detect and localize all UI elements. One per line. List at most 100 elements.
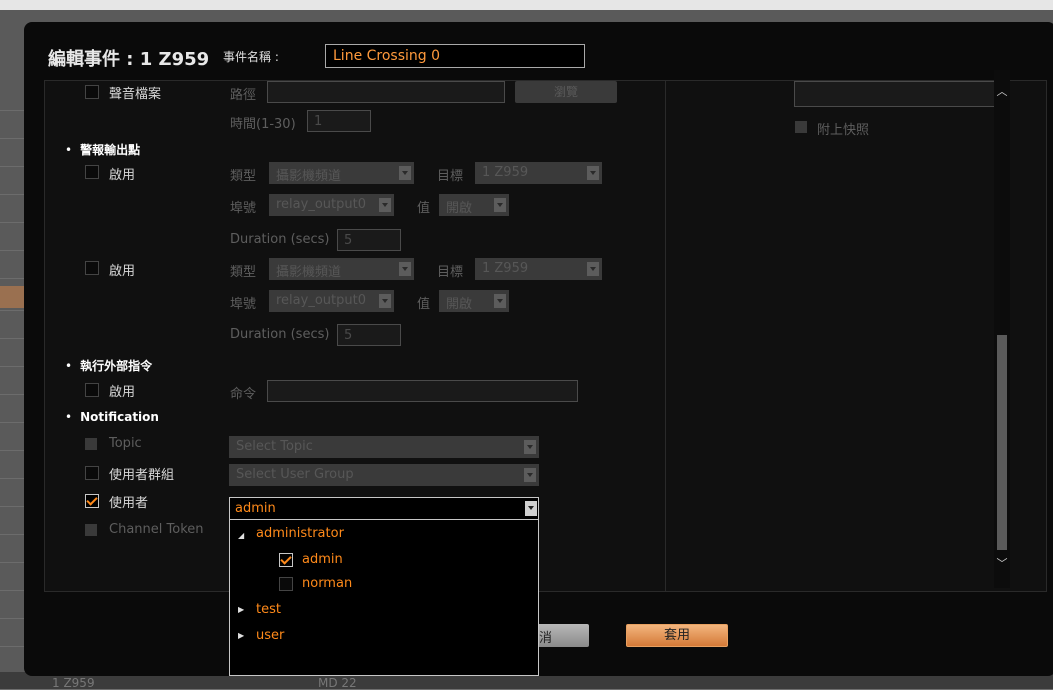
alarm1-port-label: 埠號 bbox=[230, 201, 257, 216]
alarm1-type-label: 類型 bbox=[230, 169, 257, 184]
audio-path-input[interactable] bbox=[267, 81, 505, 103]
alarm2-value-select[interactable]: 開啟 bbox=[439, 290, 509, 312]
alarm1-value-value: 開啟 bbox=[446, 201, 473, 216]
tree-group-user[interactable]: user bbox=[256, 628, 284, 643]
alarm2-target-value: 1 Z959 bbox=[482, 261, 529, 276]
chevron-down-icon bbox=[587, 262, 599, 276]
alarm1-target-value: 1 Z959 bbox=[482, 165, 529, 180]
panel-divider bbox=[665, 81, 666, 591]
user-group-label: 使用者群組 bbox=[109, 468, 175, 483]
snapshot-checkbox[interactable] bbox=[795, 121, 807, 133]
alarm1-value-select[interactable]: 開啟 bbox=[439, 194, 509, 216]
scroll-down-icon[interactable]: ﹀ bbox=[994, 556, 1010, 572]
time-label: 時間(1-30) bbox=[230, 117, 296, 132]
alarm1-target-label: 目標 bbox=[437, 169, 464, 184]
user-dropdown-list: ◢ administrator admin norman ▶ test ▶ us… bbox=[229, 520, 539, 676]
alarm2-port-value: relay_output0 bbox=[276, 293, 366, 308]
alarm2-type-value: 攝影機頻道 bbox=[276, 265, 342, 280]
collapsed-arrow-icon[interactable]: ▶ bbox=[238, 605, 244, 614]
audio-file-input[interactable] bbox=[794, 81, 1000, 107]
user-checkbox[interactable] bbox=[85, 494, 99, 508]
background-selected-row bbox=[0, 286, 24, 308]
alarm2-value-label: 值 bbox=[417, 297, 431, 312]
audio-file-checkbox[interactable] bbox=[85, 85, 99, 99]
alarm1-enable-label: 啟用 bbox=[109, 168, 136, 183]
event-name-input[interactable]: Line Crossing 0 bbox=[325, 44, 585, 68]
alarm2-target-label: 目標 bbox=[437, 265, 464, 280]
chevron-down-icon bbox=[399, 166, 411, 180]
chevron-down-icon bbox=[524, 468, 536, 482]
tree-user-admin[interactable]: admin bbox=[302, 552, 343, 567]
audio-path-label: 路徑 bbox=[230, 88, 257, 103]
tree-group-administrator[interactable]: administrator bbox=[256, 526, 344, 541]
browse-button[interactable]: 瀏覽 bbox=[515, 81, 617, 103]
cancel-button[interactable]: 消 bbox=[531, 624, 589, 647]
expanded-arrow-icon[interactable]: ◢ bbox=[238, 531, 244, 540]
alarm2-port-label: 埠號 bbox=[230, 297, 257, 312]
audio-file-label: 聲音檔案 bbox=[109, 87, 162, 102]
alarm1-type-select[interactable]: 攝影機頻道 bbox=[269, 162, 414, 184]
chevron-down-icon bbox=[379, 294, 391, 308]
alarm-output-section: 警報輸出點 bbox=[65, 141, 140, 158]
dialog-scrollbar[interactable]: ︿ ﹀ bbox=[994, 70, 1010, 588]
alarm2-duration-label: Duration (secs) bbox=[230, 327, 330, 342]
topic-label: Topic bbox=[109, 436, 142, 451]
alarm2-value-value: 開啟 bbox=[446, 297, 473, 312]
alarm2-duration-input[interactable]: 5 bbox=[337, 324, 401, 346]
alarm2-enable-label: 啟用 bbox=[109, 264, 136, 279]
apply-button[interactable]: 套用 bbox=[626, 624, 728, 647]
user-group-select[interactable]: Select User Group bbox=[229, 464, 539, 486]
time-input[interactable]: 1 bbox=[307, 110, 371, 132]
channel-token-label: Channel Token bbox=[109, 522, 204, 537]
alarm1-type-value: 攝影機頻道 bbox=[276, 169, 342, 184]
background-top-bar bbox=[0, 0, 1053, 10]
alarm1-duration-input[interactable]: 5 bbox=[337, 229, 401, 251]
alarm1-target-select[interactable]: 1 Z959 bbox=[475, 162, 602, 184]
dialog-title: 編輯事件 : 1 Z959 bbox=[48, 49, 210, 70]
command-enable-label: 啟用 bbox=[109, 385, 136, 400]
chevron-down-icon bbox=[494, 294, 506, 308]
alarm2-enable-checkbox[interactable] bbox=[85, 261, 99, 275]
user-select-value: admin bbox=[235, 501, 276, 516]
tree-group-test[interactable]: test bbox=[256, 602, 281, 617]
tree-admin-checkbox[interactable] bbox=[279, 553, 293, 567]
collapsed-arrow-icon[interactable]: ▶ bbox=[238, 631, 244, 640]
chevron-down-icon bbox=[494, 198, 506, 212]
chevron-down-icon bbox=[587, 166, 599, 180]
alarm1-port-value: relay_output0 bbox=[276, 197, 366, 212]
user-group-checkbox[interactable] bbox=[85, 466, 99, 480]
alarm1-value-label: 值 bbox=[417, 201, 431, 216]
event-settings-panel: 聲音檔案 路徑 瀏覽 時間(1-30) 1 附上快照 警報輸出點 啟用 類型 攝… bbox=[44, 80, 1047, 592]
chevron-down-icon bbox=[379, 198, 391, 212]
alarm2-target-select[interactable]: 1 Z959 bbox=[475, 258, 602, 280]
background-md-cell: MD 22 bbox=[318, 676, 357, 690]
snapshot-label: 附上快照 bbox=[817, 123, 870, 138]
external-command-section: 執行外部指令 bbox=[65, 357, 152, 374]
user-group-placeholder: Select User Group bbox=[236, 467, 354, 482]
topic-placeholder: Select Topic bbox=[236, 439, 313, 454]
command-input[interactable] bbox=[267, 380, 578, 402]
alarm2-port-select[interactable]: relay_output0 bbox=[269, 290, 394, 312]
event-name-label: 事件名稱 : bbox=[223, 50, 279, 64]
command-label: 命令 bbox=[230, 387, 257, 402]
alarm2-type-select[interactable]: 攝影機頻道 bbox=[269, 258, 414, 280]
tree-norman-checkbox[interactable] bbox=[279, 577, 293, 591]
user-select[interactable]: admin bbox=[229, 497, 539, 520]
alarm2-type-label: 類型 bbox=[230, 265, 257, 280]
chevron-down-icon bbox=[524, 440, 536, 454]
scrollbar-thumb[interactable] bbox=[997, 335, 1007, 550]
alarm1-duration-label: Duration (secs) bbox=[230, 232, 330, 247]
tree-user-norman[interactable]: norman bbox=[302, 576, 352, 591]
topic-checkbox[interactable] bbox=[85, 438, 97, 450]
topic-select[interactable]: Select Topic bbox=[229, 436, 539, 458]
chevron-down-icon bbox=[525, 501, 537, 516]
user-label: 使用者 bbox=[109, 496, 149, 511]
chevron-down-icon bbox=[399, 262, 411, 276]
alarm1-port-select[interactable]: relay_output0 bbox=[269, 194, 394, 216]
channel-token-checkbox[interactable] bbox=[85, 524, 97, 536]
alarm1-enable-checkbox[interactable] bbox=[85, 165, 99, 179]
scroll-up-icon[interactable]: ︿ bbox=[994, 84, 1010, 100]
command-enable-checkbox[interactable] bbox=[85, 383, 99, 397]
background-camera-cell: 1 Z959 bbox=[52, 676, 95, 690]
notification-section: Notification bbox=[65, 410, 159, 424]
